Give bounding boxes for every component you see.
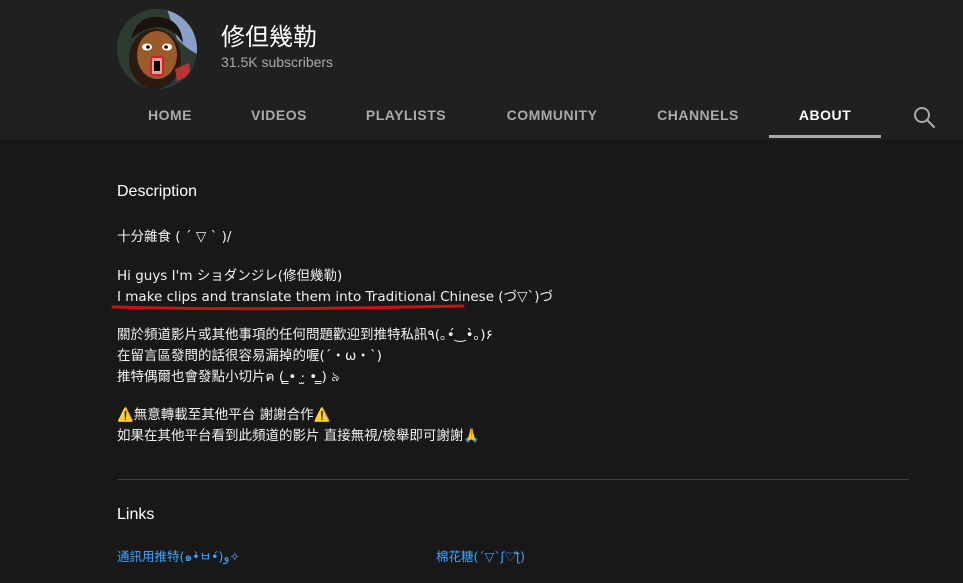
channel-header: 修但幾勒 31.5K subscribers HOME VIDEOS PLAYL…: [0, 0, 963, 140]
avatar-image: [117, 9, 197, 89]
subscriber-count: 31.5K subscribers: [221, 54, 334, 70]
description-line-7: ⚠️無意轉載至其他平台 謝謝合作⚠️: [117, 407, 331, 423]
search-icon: [914, 107, 935, 128]
channel-tabs: HOME VIDEOS PLAYLISTS COMMUNITY CHANNELS…: [0, 92, 963, 140]
description-line-5: 在留言區發問的話很容易漏掉的喔(´・ω・`): [117, 348, 382, 364]
link-marshmallow[interactable]: 棉花糖(´▽`ʃ♡ƪ): [436, 549, 525, 565]
description-line-4: 關於頻道影片或其他事項的任何問題歡迎到推特私訊٩(｡•́‿•̀｡)۶: [117, 327, 493, 343]
tab-channels[interactable]: CHANNELS: [645, 92, 751, 138]
active-tab-indicator: [769, 135, 881, 138]
link-twitter[interactable]: 通訊用推特(๑•̀ㅂ•́)و✧: [117, 549, 240, 565]
tab-community[interactable]: COMMUNITY: [494, 92, 610, 138]
description-line-6: 推特偶爾也會發點小切片ฅ ( ̳• ·̫ • ̳) ৯: [117, 369, 340, 385]
description-line-2: Hi guys I'm ショダンジレ(修但幾勒): [117, 268, 343, 284]
red-annotation-underline: [111, 304, 465, 311]
channel-avatar[interactable]: [117, 9, 197, 89]
section-divider: [117, 479, 909, 480]
channel-name: 修但幾勒: [221, 23, 317, 51]
tab-playlists[interactable]: PLAYLISTS: [352, 92, 460, 138]
search-button[interactable]: [910, 103, 938, 131]
tab-home[interactable]: HOME: [133, 92, 207, 138]
tab-about[interactable]: ABOUT: [769, 92, 881, 138]
description-line-1: 十分雜食 ( ´ ▽ ` )/: [117, 229, 232, 245]
links-title: Links: [117, 506, 155, 523]
description-title: Description: [117, 183, 198, 200]
tab-videos[interactable]: VIDEOS: [239, 92, 319, 138]
description-line-8: 如果在其他平台看到此頻道的影片 直接無視/檢舉即可謝謝🙏: [117, 428, 481, 444]
